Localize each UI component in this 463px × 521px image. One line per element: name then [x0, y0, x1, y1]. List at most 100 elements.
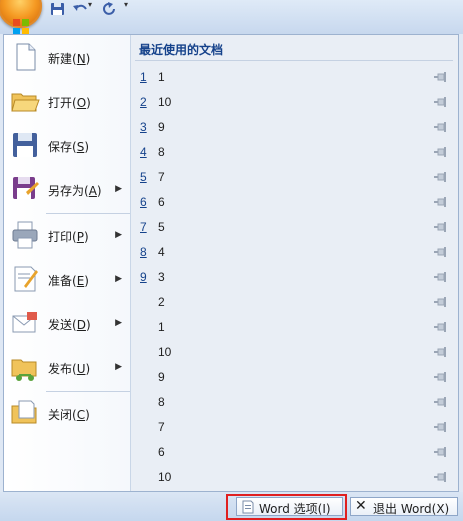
menu-send[interactable]: 发送(D) ▶ — [4, 303, 130, 345]
recent-document-item[interactable]: 10 — [131, 340, 458, 365]
office-menu: 新建(N) 打开(O) 保存(S) 另存为(A) ▶ 打印(P) ▶ 准备(E)… — [3, 34, 459, 492]
pin-icon[interactable] — [434, 272, 448, 282]
menu-prepare-label: 准备(E) — [48, 274, 89, 288]
pin-icon[interactable] — [434, 447, 448, 457]
recent-document-name: 8 — [158, 145, 165, 159]
submenu-arrow-icon: ▶ — [115, 273, 122, 283]
recent-document-item[interactable]: 57 — [131, 165, 458, 190]
recent-document-name: 6 — [158, 195, 165, 209]
recent-document-name: 7 — [158, 420, 165, 434]
recent-document-number: 6 — [140, 195, 147, 209]
pin-icon[interactable] — [434, 247, 448, 257]
recent-document-item[interactable]: 6 — [131, 440, 458, 465]
pin-icon[interactable] — [434, 97, 448, 107]
submenu-arrow-icon: ▶ — [115, 183, 122, 193]
menu-send-label: 发送(D) — [48, 318, 91, 332]
menu-close[interactable]: 关闭(C) — [4, 393, 130, 435]
menu-save[interactable]: 保存(S) — [4, 125, 130, 167]
submenu-arrow-icon: ▶ — [115, 317, 122, 327]
recent-document-number: 4 — [140, 145, 147, 159]
recent-documents-panel: 最近使用的文档 1 1 2 10 3 9 4 8 5 7 6 6 7 5 8 4 9 3 2 1 10 9 8 7 6 10 — [131, 35, 458, 491]
menu-open-label: 打开(O) — [48, 96, 91, 110]
save-as-icon — [13, 177, 39, 199]
recent-document-item[interactable]: 48 — [131, 140, 458, 165]
recent-document-name: 3 — [158, 270, 165, 284]
recent-document-item[interactable]: 8 — [131, 390, 458, 415]
quick-access-toolbar: ▾ ▾ — [0, 0, 463, 35]
menu-save-label: 保存(S) — [48, 140, 89, 154]
menu-open[interactable]: 打开(O) — [4, 81, 130, 123]
pin-icon[interactable] — [434, 372, 448, 382]
recent-document-item[interactable]: 84 — [131, 240, 458, 265]
recent-document-item[interactable]: 2 10 — [131, 90, 458, 115]
recent-document-number: 2 — [140, 95, 147, 109]
menu-save-as-label: 另存为(A) — [48, 184, 102, 198]
menu-publish[interactable]: 发布(U) ▶ — [4, 347, 130, 389]
publish-icon — [11, 359, 37, 381]
menu-new-label: 新建(N) — [48, 52, 91, 66]
pin-icon[interactable] — [434, 147, 448, 157]
recent-document-number: 3 — [140, 120, 147, 134]
pin-icon[interactable] — [434, 422, 448, 432]
exit-word-button[interactable]: ✕ 退出 Word(X) — [350, 497, 458, 516]
close-icon: ✕ — [355, 498, 367, 514]
recent-documents-title: 最近使用的文档 — [139, 43, 224, 57]
recent-document-name: 10 — [158, 95, 172, 109]
pin-icon[interactable] — [434, 72, 448, 82]
pin-icon[interactable] — [434, 197, 448, 207]
menu-save-as[interactable]: 另存为(A) ▶ — [4, 169, 130, 211]
recent-document-name: 10 — [158, 470, 172, 484]
recent-document-item[interactable]: 10 — [131, 465, 458, 490]
recent-document-item[interactable]: 1 — [131, 315, 458, 340]
pin-icon[interactable] — [434, 222, 448, 232]
recent-document-number: 1 — [140, 70, 147, 84]
menu-new[interactable]: 新建(N) — [4, 37, 130, 79]
office-menu-commands: 新建(N) 打开(O) 保存(S) 另存为(A) ▶ 打印(P) ▶ 准备(E)… — [4, 35, 131, 491]
recent-document-item[interactable]: 7 — [131, 415, 458, 440]
print-icon — [12, 221, 38, 249]
pin-icon[interactable] — [434, 172, 448, 182]
recent-document-name: 9 — [158, 370, 165, 384]
recent-document-number: 7 — [140, 220, 147, 234]
recent-document-item[interactable]: 66 — [131, 190, 458, 215]
undo-icon[interactable] — [72, 2, 88, 16]
submenu-arrow-icon: ▶ — [115, 229, 122, 239]
recent-document-item[interactable]: 2 — [131, 290, 458, 315]
pin-icon[interactable] — [434, 297, 448, 307]
menu-prepare[interactable]: 准备(E) ▶ — [4, 259, 130, 301]
recent-document-item[interactable]: 39 — [131, 115, 458, 140]
close-document-icon — [11, 400, 37, 424]
recent-document-name: 2 — [158, 295, 165, 309]
open-folder-icon — [11, 93, 40, 112]
recent-document-item[interactable]: 93 — [131, 265, 458, 290]
recent-document-number: 9 — [140, 270, 147, 284]
menu-print[interactable]: 打印(P) ▶ — [4, 215, 130, 257]
recent-document-name: 4 — [158, 245, 165, 259]
submenu-arrow-icon: ▶ — [115, 361, 122, 371]
recent-document-item[interactable]: 9 — [131, 365, 458, 390]
save-icon[interactable] — [50, 2, 66, 16]
recent-document-item[interactable]: 75 — [131, 215, 458, 240]
word-options-button[interactable]: Word 选项(I) — [236, 497, 343, 516]
customize-toolbar-icon[interactable]: ▾ — [124, 0, 140, 14]
send-icon — [12, 312, 37, 333]
pin-icon[interactable] — [434, 347, 448, 357]
exit-word-label: 退出 Word(X) — [373, 502, 450, 516]
menu-publish-label: 发布(U) — [48, 362, 91, 376]
redo-icon[interactable] — [102, 2, 118, 16]
menu-close-label: 关闭(C) — [48, 408, 90, 422]
recent-divider — [135, 60, 453, 61]
pin-icon[interactable] — [434, 397, 448, 407]
recent-document-name: 7 — [158, 170, 165, 184]
pin-icon[interactable] — [434, 322, 448, 332]
recent-document-number: 5 — [140, 170, 147, 184]
menu-print-label: 打印(P) — [48, 230, 89, 244]
pin-icon[interactable] — [434, 122, 448, 132]
prepare-icon — [14, 266, 38, 292]
recent-document-name: 9 — [158, 120, 165, 134]
save-icon — [13, 133, 37, 157]
recent-document-item[interactable]: 11 — [131, 65, 458, 90]
options-icon — [242, 500, 254, 514]
pin-icon[interactable] — [434, 472, 448, 482]
new-document-icon — [16, 43, 36, 71]
